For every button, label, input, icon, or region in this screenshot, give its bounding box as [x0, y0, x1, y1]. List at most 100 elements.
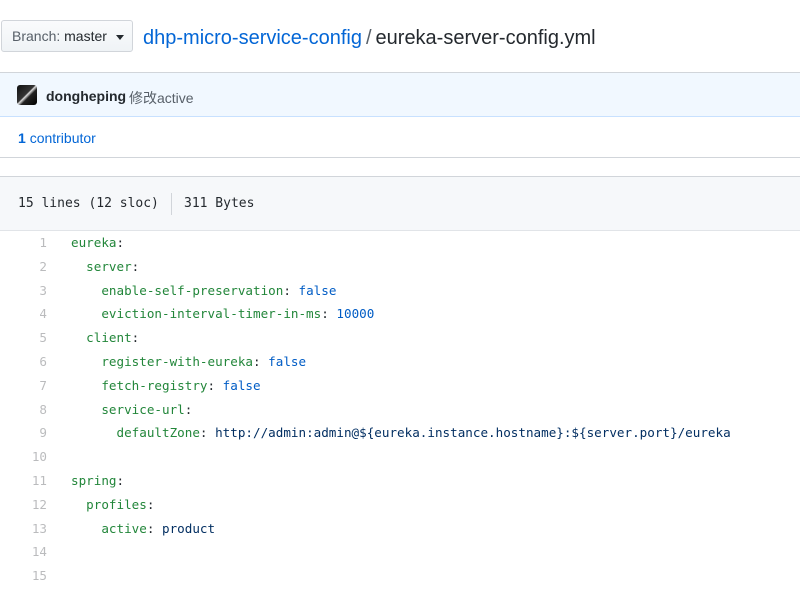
yaml-key: enable-self-preservation	[101, 282, 284, 298]
code-line: 11 spring:	[0, 469, 800, 493]
yaml-key: fetch-registry	[101, 377, 208, 393]
file-size: 311 Bytes	[184, 196, 255, 211]
yaml-key: spring	[71, 472, 117, 488]
commit-message-link[interactable]: 修改active	[129, 88, 194, 108]
yaml-colon: :	[131, 258, 140, 274]
breadcrumb-separator: /	[365, 27, 372, 49]
code-line: 14	[0, 540, 800, 564]
yaml-value: false	[298, 282, 337, 298]
yaml-colon: :	[199, 425, 216, 441]
yaml-value: product	[162, 520, 216, 536]
yaml-colon: :	[283, 282, 299, 298]
code-view: 1 eureka: 2 server: 3 enable-self-preservat…	[0, 231, 800, 588]
line-content: defaultZone: http://admin:admin@${eureka…	[71, 421, 731, 445]
code-line: 12 profiles:	[0, 493, 800, 517]
contributors-count: 1	[18, 130, 26, 146]
breadcrumb: dhp-micro-service-config / eureka-server-c…	[143, 25, 596, 51]
yaml-colon: :	[116, 235, 125, 250]
line-number[interactable]: 15	[0, 564, 47, 588]
line-number[interactable]: 7	[0, 374, 47, 398]
line-content: profiles:	[71, 493, 154, 517]
yaml-key: server	[86, 258, 132, 274]
code-line: 8 service-url:	[0, 398, 800, 422]
file-header: 15 lines (12 sloc) 311 Bytes	[0, 176, 800, 231]
file-line-count: 15 lines (12 sloc)	[18, 196, 159, 211]
yaml-colon: :	[131, 330, 140, 346]
line-number[interactable]: 13	[0, 517, 47, 541]
line-number[interactable]: 3	[0, 279, 47, 303]
line-content: eureka:	[71, 231, 124, 255]
yaml-key: service-url	[101, 401, 185, 417]
avatar[interactable]	[17, 85, 37, 105]
code-line: 4 eviction-interval-timer-in-ms: 10000	[0, 302, 800, 326]
code-line: 5 client:	[0, 326, 800, 350]
contributors-row: 1 contributor	[0, 117, 800, 158]
yaml-colon: :	[146, 520, 163, 536]
yaml-value: http://admin:admin@${eureka.instance.hos…	[215, 425, 731, 441]
line-content: client:	[71, 326, 139, 350]
line-content: enable-self-preservation: false	[71, 279, 336, 303]
line-number[interactable]: 12	[0, 493, 47, 517]
yaml-colon: :	[146, 496, 155, 512]
yaml-key: active	[101, 520, 147, 536]
contributors-link[interactable]: 1 contributor	[18, 130, 96, 146]
line-number[interactable]: 9	[0, 421, 47, 445]
line-content: active: product	[71, 517, 215, 541]
line-number[interactable]: 14	[0, 540, 47, 564]
yaml-key: defaultZone	[116, 425, 200, 441]
yaml-value: 10000	[336, 306, 375, 322]
yaml-key: profiles	[86, 496, 147, 512]
line-content: eviction-interval-timer-in-ms: 10000	[71, 302, 374, 326]
commit-author-link[interactable]: dongheping	[46, 88, 126, 104]
yaml-value: false	[222, 377, 261, 393]
yaml-key: register-with-eureka	[101, 353, 253, 369]
caret-down-icon	[115, 34, 124, 40]
yaml-colon: :	[207, 377, 223, 393]
line-content: fetch-registry: false	[71, 374, 261, 398]
branch-select-button[interactable]: Branch: master	[1, 20, 133, 52]
repo-link[interactable]: dhp-micro-service-config	[143, 27, 362, 49]
commit-box: dongheping 修改active 1 contributor	[0, 72, 800, 158]
file-navigation: Branch: master dhp-micro-service-config /…	[0, 0, 800, 72]
code-line: 6 register-with-eureka: false	[0, 350, 800, 374]
code-line: 7 fetch-registry: false	[0, 374, 800, 398]
line-content: server:	[71, 255, 139, 279]
yaml-colon: :	[116, 472, 125, 488]
code-line: 15	[0, 564, 800, 588]
yaml-colon: :	[253, 353, 269, 369]
yaml-colon: :	[184, 401, 193, 417]
code-line: 1 eureka:	[0, 231, 800, 255]
line-number[interactable]: 1	[0, 231, 47, 255]
line-number[interactable]: 11	[0, 469, 47, 493]
contributors-label: contributor	[29, 130, 96, 146]
line-number[interactable]: 8	[0, 398, 47, 422]
branch-label: Branch:	[12, 28, 61, 44]
yaml-key: client	[86, 330, 132, 346]
line-content: register-with-eureka: false	[71, 350, 306, 374]
line-number[interactable]: 2	[0, 255, 47, 279]
code-line: 10	[0, 445, 800, 469]
yaml-value: false	[268, 353, 307, 369]
line-content: spring:	[71, 469, 124, 493]
line-number[interactable]: 6	[0, 350, 47, 374]
code-line: 3 enable-self-preservation: false	[0, 279, 800, 303]
yaml-key: eviction-interval-timer-in-ms	[101, 306, 322, 322]
yaml-colon: :	[321, 306, 337, 322]
code-line: 13 active: product	[0, 517, 800, 541]
code-line: 9 defaultZone: http://admin:admin@${eure…	[0, 421, 800, 445]
code-line: 2 server:	[0, 255, 800, 279]
line-number[interactable]: 4	[0, 302, 47, 326]
line-number[interactable]: 5	[0, 326, 47, 350]
line-number[interactable]: 10	[0, 445, 47, 469]
branch-name: master	[64, 28, 107, 44]
file-name: eureka-server-config.yml	[375, 27, 596, 49]
